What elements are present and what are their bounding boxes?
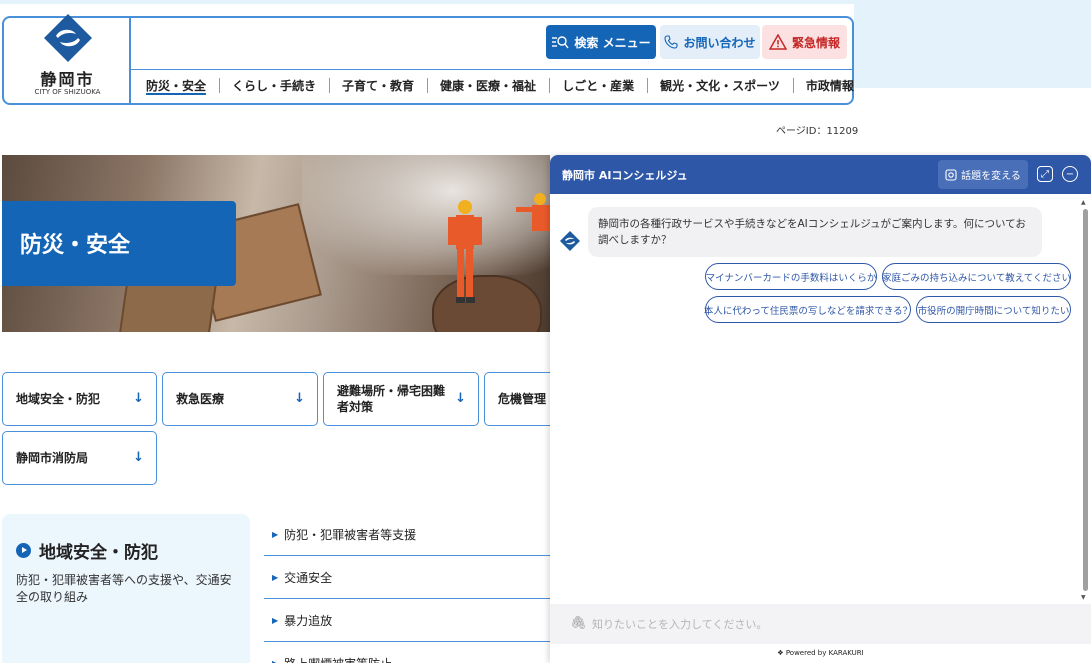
hero-photo-highlight — [302, 155, 550, 275]
list-item[interactable]: ▶ 暴力追放 — [264, 599, 550, 642]
nav-divider — [131, 69, 852, 70]
logo-english-name: CITY OF SHIZUOKA — [34, 88, 101, 96]
nav-item-label: しごと・産業 — [562, 79, 635, 93]
nav-item-bousai[interactable]: 防災・安全 — [144, 76, 219, 96]
nav-item-kosodate[interactable]: 子育て・教育 — [329, 76, 427, 96]
category-button-kyukyu-iryo[interactable]: 救急医療 ↓ — [162, 372, 318, 426]
logo-japanese-name: 静岡市 — [40, 70, 95, 89]
triangle-right-icon: ▶ — [272, 658, 279, 663]
expand-icon[interactable]: ⤢ — [1037, 166, 1053, 182]
section-description: 防犯・犯罪被害者等への支援や、交通安全の取り組み — [16, 573, 232, 604]
chat-scrollbar[interactable]: ▲ ▼ — [1081, 199, 1089, 604]
hero-photo-worker-figure — [448, 200, 482, 303]
change-topic-label: 話題を変える — [961, 171, 1021, 182]
site-logo[interactable]: 静岡市 CITY OF SHIZUOKA — [4, 14, 131, 103]
nav-item-kurashi[interactable]: くらし・手続き — [219, 76, 329, 96]
list-item[interactable]: ▶ 路上喫煙被害等防止 — [264, 642, 550, 663]
warning-icon — [768, 34, 787, 50]
list-item-label: 防犯・犯罪被害者等支援 — [284, 527, 417, 542]
scroll-thumb[interactable] — [1083, 209, 1088, 591]
nav-item-kenkou[interactable]: 健康・医療・福祉 — [427, 76, 549, 96]
concierge-avatar-icon — [560, 231, 580, 251]
site-header: 静岡市 CITY OF SHIZUOKA 検索 メニュー お問い合わせ 緊急情報… — [2, 14, 854, 105]
section-card: 地域安全・防犯 防犯・犯罪被害者等への支援や、交通安全の取り組み — [2, 514, 250, 663]
nav-item-shigoto[interactable]: しごと・産業 — [549, 76, 647, 96]
city-emblem-icon — [44, 14, 92, 62]
global-nav: 防災・安全 くらし・手続き 子育て・教育 健康・医療・福祉 しごと・産業 観光・… — [144, 76, 867, 96]
search-menu-label: 検索 メニュー — [574, 35, 651, 50]
nav-item-label: 観光・文化・スポーツ — [660, 79, 780, 93]
suggestion-chip[interactable]: 本人に代わって住民票の写しなどを請求できる？ — [704, 296, 912, 323]
category-button-chiiki-anzen[interactable]: 地域安全・防犯 ↓ — [2, 372, 157, 426]
powered-by-text: Powered by KARAKURI — [785, 649, 864, 657]
attachment-icon[interactable]: 🖇 — [570, 616, 587, 631]
triangle-right-icon: ▶ — [272, 615, 279, 625]
contact-label: お問い合わせ — [683, 35, 756, 50]
header-background-band — [854, 4, 1091, 88]
section-title: 地域安全・防犯 — [16, 538, 158, 563]
arrow-down-icon: ↓ — [133, 391, 144, 406]
ai-concierge-chat-panel: 静岡市 AIコンシェルジュ 話題を変える ⤢ − 静岡市の各種行政サービスや手続… — [550, 155, 1091, 663]
category-label: 救急医療 — [176, 392, 225, 406]
phone-icon — [664, 35, 679, 49]
chat-title: 静岡市 AIコンシェルジュ — [562, 169, 688, 182]
nav-item-label: 健康・医療・福祉 — [440, 79, 537, 93]
list-item-label: 路上喫煙被害等防止 — [284, 655, 392, 663]
page-id: ページID：11209 — [776, 126, 859, 137]
category-label: 避難場所・帰宅困難者対策 — [337, 384, 446, 414]
arrow-down-icon: ↓ — [455, 391, 466, 406]
category-label: 静岡市消防局 — [16, 451, 89, 465]
nav-item-kankou[interactable]: 観光・文化・スポーツ — [647, 76, 793, 96]
play-circle-icon — [16, 543, 31, 558]
triangle-right-icon: ▶ — [272, 572, 279, 582]
category-button-hinan-basho[interactable]: 避難場所・帰宅困難者対策 ↓ — [323, 372, 479, 426]
hero-banner: 防災・安全 — [2, 155, 550, 332]
suggestion-chip[interactable]: 市役所の開庁時間について知りたい — [916, 296, 1071, 323]
list-item-label: 交通安全 — [284, 570, 333, 585]
category-button-shoubou[interactable]: 静岡市消防局 ↓ — [2, 431, 157, 485]
triangle-right-icon: ▶ — [272, 529, 279, 539]
chat-input-area: 🖇 — [550, 604, 1091, 644]
nav-item-label: くらし・手続き — [232, 79, 317, 93]
nav-item-shisei[interactable]: 市政情報 — [792, 76, 867, 96]
suggestion-chip[interactable]: マイナンバーカードの手数料はいくらか — [705, 263, 877, 290]
minimize-icon[interactable]: − — [1062, 166, 1078, 182]
hero-photo-worker-figure — [516, 193, 550, 231]
contact-button[interactable]: お問い合わせ — [660, 25, 760, 59]
nav-item-label: 市政情報 — [805, 79, 854, 93]
topic-change-icon — [945, 168, 957, 181]
nav-item-label: 子育て・教育 — [342, 79, 415, 93]
karakuri-logo-icon: ❖ — [777, 649, 784, 657]
emergency-label: 緊急情報 — [791, 35, 840, 50]
emergency-info-button[interactable]: 緊急情報 — [762, 25, 847, 59]
hero-title: 防災・安全 — [2, 201, 236, 286]
arrow-down-icon: ↓ — [133, 450, 144, 465]
search-menu-icon — [552, 36, 569, 49]
category-label: 危機管理 — [498, 392, 547, 406]
list-item[interactable]: ▶ 交通安全 — [264, 556, 550, 599]
category-label: 地域安全・防犯 — [16, 392, 101, 406]
list-item-label: 暴力追放 — [284, 613, 333, 628]
search-menu-button[interactable]: 検索 メニュー — [546, 25, 656, 59]
change-topic-button[interactable]: 話題を変える — [938, 160, 1028, 189]
list-item[interactable]: ▶ 防犯・犯罪被害者等支援 — [264, 513, 550, 556]
nav-item-label: 防災・安全 — [146, 79, 207, 95]
powered-by: ❖ Powered by KARAKURI — [550, 649, 1091, 657]
chat-message-input[interactable] — [592, 613, 1072, 635]
bot-message: 静岡市の各種行政サービスや手続きなどをAIコンシェルジュがご案内します。何につい… — [588, 207, 1042, 257]
chat-header: 静岡市 AIコンシェルジュ 話題を変える ⤢ − — [550, 155, 1091, 194]
section-link-list: ▶ 防犯・犯罪被害者等支援 ▶ 交通安全 ▶ 暴力追放 ▶ 路上喫煙被害等防止 — [264, 513, 550, 663]
scroll-down-icon[interactable]: ▼ — [1081, 594, 1086, 601]
suggestion-chip[interactable]: 家庭ごみの持ち込みについて教えてください — [882, 263, 1071, 290]
scroll-up-icon[interactable]: ▲ — [1081, 199, 1086, 206]
arrow-down-icon: ↓ — [294, 391, 305, 406]
section-title-text: 地域安全・防犯 — [39, 543, 158, 563]
